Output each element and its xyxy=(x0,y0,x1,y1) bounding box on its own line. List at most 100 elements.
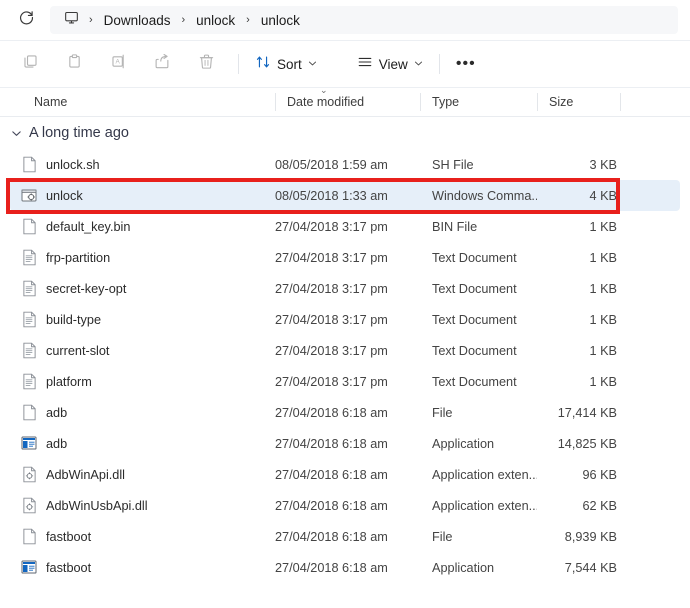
file-date-modified-label: 27/04/2018 3:17 pm xyxy=(275,374,388,389)
file-date-modified-label: 08/05/2018 1:59 am xyxy=(275,157,388,172)
file-row[interactable]: platform 27/04/2018 3:17 pm Text Document 1… xyxy=(10,366,680,397)
file-size-label: 1 KB xyxy=(589,281,617,296)
breadcrumb-separator-1: › xyxy=(181,14,186,26)
file-date-modified-label: 27/04/2018 3:17 pm xyxy=(275,219,388,234)
column-header-name[interactable]: Name xyxy=(0,88,275,116)
file-row[interactable]: AdbWinApi.dll 27/04/2018 6:18 am Applicati… xyxy=(10,459,680,490)
sort-button[interactable]: Sort xyxy=(247,48,325,80)
file-size-label: 1 KB xyxy=(589,374,617,389)
group-collapse-chevron-icon[interactable] xyxy=(11,128,22,139)
file-size-label: 8,939 KB xyxy=(564,529,617,544)
file-date-modified-label: 27/04/2018 3:17 pm xyxy=(275,281,388,296)
file-row[interactable]: unlock 08/05/2018 1:33 am Windows Comma...… xyxy=(10,180,680,211)
file-size-label: 62 KB xyxy=(582,498,617,513)
column-divider-date xyxy=(275,93,276,111)
file-list: unlock.sh 08/05/2018 1:59 am SH File 3 KB un… xyxy=(0,149,690,583)
text-document-icon xyxy=(21,311,37,329)
rename-button[interactable]: A xyxy=(98,48,138,80)
share-button[interactable] xyxy=(142,48,182,80)
copy-icon xyxy=(22,53,39,75)
column-header-date-modified[interactable]: ⌄ Date modified xyxy=(275,85,420,116)
batch-file-icon xyxy=(21,187,37,205)
file-size-label: 3 KB xyxy=(589,157,617,172)
file-row[interactable]: current-slot 27/04/2018 3:17 pm Text Docum… xyxy=(10,335,680,366)
file-row-name-cell: fastboot xyxy=(10,559,275,577)
file-row[interactable]: unlock.sh 08/05/2018 1:59 am SH File 3 KB xyxy=(10,149,680,180)
file-size-label: 4 KB xyxy=(589,188,617,203)
file-row[interactable]: secret-key-opt 27/04/2018 3:17 pm Text Doc… xyxy=(10,273,680,304)
group-header-a-long-time-ago[interactable]: A long time ago xyxy=(0,117,690,149)
file-row-name-cell: build-type xyxy=(10,311,275,329)
sort-label: Sort xyxy=(277,56,302,72)
file-name-label: unlock xyxy=(46,188,83,203)
file-blank-icon xyxy=(21,218,37,236)
file-size-label: 7,544 KB xyxy=(564,560,617,575)
file-row[interactable]: default_key.bin 27/04/2018 3:17 pm BIN Fil… xyxy=(10,211,680,242)
file-type-label: Application xyxy=(432,560,495,575)
share-icon xyxy=(154,53,171,75)
file-row[interactable]: frp-partition 27/04/2018 3:17 pm Text Docu… xyxy=(10,242,680,273)
file-row-name-cell: unlock.sh xyxy=(10,156,275,174)
file-type-label: File xyxy=(432,405,453,420)
file-name-label: fastboot xyxy=(46,560,92,575)
breadcrumb[interactable]: › Downloads › unlock › unlock xyxy=(50,6,678,34)
column-header-spacer xyxy=(620,88,690,116)
group-header-label: A long time ago xyxy=(29,125,129,141)
column-header-type[interactable]: Type xyxy=(420,88,537,116)
file-size-label: 1 KB xyxy=(589,219,617,234)
application-icon xyxy=(21,435,37,453)
text-document-icon xyxy=(21,280,37,298)
file-blank-icon xyxy=(21,528,37,546)
file-name-label: fastboot xyxy=(46,529,92,544)
file-type-label: Text Document xyxy=(432,374,517,389)
text-document-icon xyxy=(21,373,37,391)
see-more-button[interactable]: ••• xyxy=(448,48,484,80)
file-type-label: Text Document xyxy=(432,312,517,327)
column-header-size[interactable]: Size xyxy=(537,88,620,116)
file-row-name-cell: secret-key-opt xyxy=(10,280,275,298)
file-type-label: SH File xyxy=(432,157,474,172)
file-size-label: 1 KB xyxy=(589,343,617,358)
file-size-label: 1 KB xyxy=(589,312,617,327)
breadcrumb-separator-0: › xyxy=(89,14,93,26)
file-type-label: BIN File xyxy=(432,219,478,234)
file-row[interactable]: fastboot 27/04/2018 6:18 am Application 7,5… xyxy=(10,552,680,583)
file-row[interactable]: AdbWinUsbApi.dll 27/04/2018 6:18 am Applic… xyxy=(10,490,680,521)
file-size-label: 1 KB xyxy=(589,250,617,265)
refresh-icon xyxy=(18,9,35,31)
file-row[interactable]: adb 27/04/2018 6:18 am File 17,414 KB xyxy=(10,397,680,428)
refresh-button[interactable] xyxy=(12,6,40,34)
file-row[interactable]: fastboot 27/04/2018 6:18 am File 8,939 KB xyxy=(10,521,680,552)
delete-button[interactable] xyxy=(186,48,226,80)
column-divider-size xyxy=(537,93,538,111)
file-row-name-cell: default_key.bin xyxy=(10,218,275,236)
breadcrumb-item-unlock-parent[interactable]: unlock xyxy=(190,10,241,31)
paste-button[interactable] xyxy=(54,48,94,80)
view-label: View xyxy=(378,56,408,72)
file-name-label: platform xyxy=(46,374,92,389)
command-toolbar: A Sort View ••• xyxy=(0,41,690,88)
breadcrumb-item-unlock-current[interactable]: unlock xyxy=(255,10,306,31)
view-button[interactable]: View xyxy=(349,48,431,80)
file-row-name-cell: AdbWinApi.dll xyxy=(10,466,275,484)
file-name-label: frp-partition xyxy=(46,250,111,265)
copy-button[interactable] xyxy=(10,48,50,80)
toolbar-divider-2 xyxy=(333,54,341,74)
file-type-label: Application exten... xyxy=(432,498,537,513)
view-chevron-down-icon xyxy=(414,55,423,73)
file-date-modified-label: 27/04/2018 3:17 pm xyxy=(275,250,388,265)
file-type-label: Application xyxy=(432,436,495,451)
file-row-name-cell: adb xyxy=(10,404,275,422)
svg-text:A: A xyxy=(115,59,120,66)
delete-icon xyxy=(198,53,215,75)
monitor-icon xyxy=(64,10,79,30)
file-name-label: default_key.bin xyxy=(46,219,131,234)
file-row[interactable]: build-type 27/04/2018 3:17 pm Text Documen… xyxy=(10,304,680,335)
column-header-date-modified-label: Date modified xyxy=(287,95,365,109)
column-header-size-label: Size xyxy=(549,95,574,109)
file-size-label: 17,414 KB xyxy=(557,405,617,420)
file-date-modified-label: 27/04/2018 6:18 am xyxy=(275,498,388,513)
breadcrumb-item-downloads[interactable]: Downloads xyxy=(98,10,177,31)
breadcrumb-home-button[interactable] xyxy=(58,9,84,31)
file-row[interactable]: adb 27/04/2018 6:18 am Application 14,825 K… xyxy=(10,428,680,459)
